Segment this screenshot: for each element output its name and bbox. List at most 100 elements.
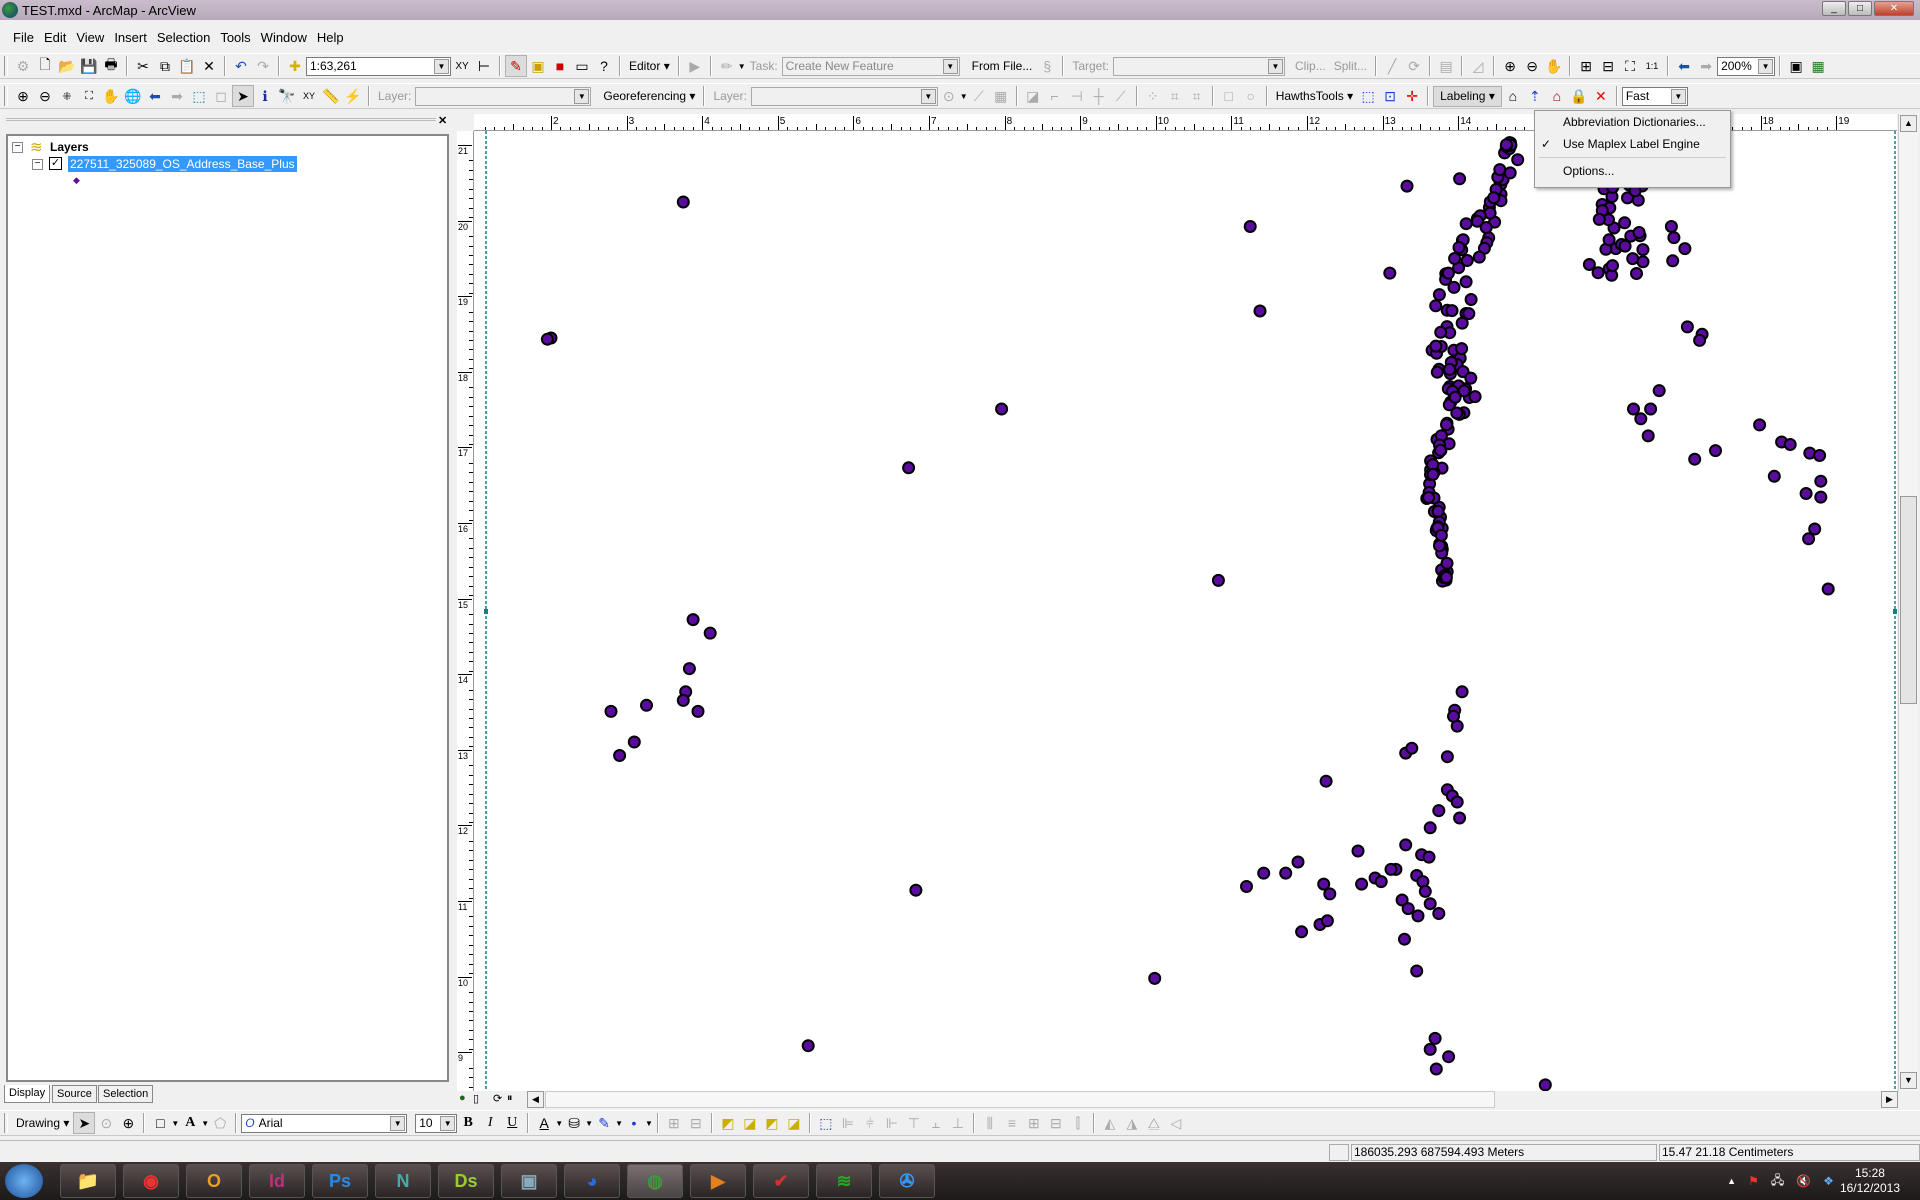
zoom-percent-combo[interactable]: 200% ▼ xyxy=(1717,56,1776,76)
tab-display[interactable]: Display xyxy=(4,1085,51,1103)
rotate-icon[interactable]: ⟳ xyxy=(1403,55,1425,77)
layers-root[interactable]: Layers xyxy=(50,140,89,154)
taskbar-photoshop-icon[interactable]: Ps xyxy=(312,1164,368,1198)
extend-icon[interactable]: ⊣ xyxy=(1066,85,1088,107)
labeling-menu[interactable]: Labeling ▾ xyxy=(1433,85,1502,107)
layout-view-icon[interactable]: ▯ xyxy=(473,1092,479,1105)
task-combo[interactable]: Create New Feature ▼ xyxy=(781,56,960,76)
horizontal-scroll-thumb[interactable] xyxy=(545,1091,1495,1108)
layout-zoom-in-icon[interactable]: ⊕ xyxy=(1499,55,1521,77)
vertical-scroll-thumb[interactable] xyxy=(1900,496,1917,704)
edit-tool-icon[interactable]: ▶ xyxy=(684,55,706,77)
start-button[interactable] xyxy=(5,1164,43,1198)
menu-selection[interactable]: Selection xyxy=(157,30,210,45)
full-extent-icon[interactable]: 🌐 xyxy=(122,85,144,107)
pan-icon[interactable]: ✋ xyxy=(100,85,122,107)
taskbar-google-earth-icon[interactable]: ◕ xyxy=(564,1164,620,1198)
add-control-points-icon[interactable]: ⟋ xyxy=(968,85,990,107)
select-by-box-icon[interactable]: ⬚ xyxy=(1357,85,1379,107)
layer-name[interactable]: 227511_325089_OS_Address_Base_Plus xyxy=(68,156,297,172)
back-extent-icon[interactable]: ⬅ xyxy=(1673,55,1695,77)
maximize-button[interactable]: □ xyxy=(1848,1,1872,16)
clear-selection-icon[interactable]: ◻ xyxy=(210,85,232,107)
menu-item-use-maplex[interactable]: ✓ Use Maplex Label Engine xyxy=(1535,133,1730,155)
layout-pan-icon[interactable]: ✋ xyxy=(1543,55,1565,77)
font-combo[interactable]: O Arial ▼ xyxy=(241,1113,408,1133)
rotate-icon[interactable]: ⊙ xyxy=(95,1112,117,1134)
tab-source[interactable]: Source xyxy=(52,1085,97,1103)
map-canvas[interactable] xyxy=(474,131,1897,1091)
collapse-icon[interactable]: − xyxy=(32,159,43,170)
forward-icon[interactable]: ➡ xyxy=(166,85,188,107)
action-center-flag-icon[interactable]: ⚑ xyxy=(1748,1174,1759,1188)
rectangle-icon[interactable]: □ xyxy=(149,1112,171,1134)
cut-icon[interactable]: ✂ xyxy=(132,55,154,77)
trim-icon[interactable]: ⟋ xyxy=(1110,85,1132,107)
make-same-size-icon[interactable]: ⊞ xyxy=(1023,1112,1045,1134)
menu-file[interactable]: File xyxy=(13,30,34,45)
font-size-combo[interactable]: 10 ▼ xyxy=(415,1113,458,1133)
clip-button[interactable]: Clip... xyxy=(1291,59,1330,73)
text-icon[interactable]: A xyxy=(179,1112,201,1134)
from-file-button[interactable]: From File... xyxy=(968,59,1037,73)
vertex-icon[interactable]: ⌐ xyxy=(1044,85,1066,107)
link-table-icon[interactable]: ▦ xyxy=(990,85,1012,107)
measure-distance-icon[interactable]: ⊢ xyxy=(473,55,495,77)
topology-edit-icon[interactable]: ⌗ xyxy=(1186,85,1208,107)
taskbar-app-green-icon[interactable]: ≋ xyxy=(816,1164,872,1198)
zoom-out-fixed-icon[interactable]: ⊟ xyxy=(1597,55,1619,77)
make-same-height-icon[interactable]: ⫿ xyxy=(1067,1112,1089,1134)
clock[interactable]: 15:28 16/12/2013 xyxy=(1840,1166,1900,1196)
rotate-left-icon[interactable]: ◭ xyxy=(1099,1112,1121,1134)
sketch-properties-icon[interactable]: ◿ xyxy=(1467,55,1489,77)
italic-button[interactable]: I xyxy=(479,1112,501,1134)
line-color-icon[interactable]: ✎ xyxy=(593,1112,615,1134)
taskbar-photo-viewer-icon[interactable]: ▣ xyxy=(501,1164,557,1198)
data-view-icon[interactable]: ● xyxy=(459,1092,466,1104)
zoom-to-selected-icon[interactable]: ⊕ xyxy=(117,1112,139,1134)
crosshair-icon[interactable]: ✛ xyxy=(1401,85,1423,107)
scroll-up-button[interactable]: ▲ xyxy=(1900,115,1917,132)
network-icon[interactable]: 🖧 xyxy=(1771,1171,1784,1192)
taskbar-media-player-icon[interactable]: ▶ xyxy=(690,1164,746,1198)
vertical-scrollbar[interactable]: ▲ ▼ xyxy=(1898,114,1918,1091)
zoom-100-icon[interactable]: 1:1 xyxy=(1641,55,1663,77)
menu-help[interactable]: Help xyxy=(317,30,344,45)
identify-icon[interactable]: ℹ xyxy=(254,85,276,107)
send-to-back-icon[interactable]: ◪ xyxy=(739,1112,761,1134)
georeferencing-menu[interactable]: Georeferencing ▾ xyxy=(599,89,699,103)
editor-toolbar-icon[interactable]: ✎ xyxy=(505,55,527,77)
add-data-icon[interactable]: ✚ xyxy=(284,55,306,77)
taskbar-ds-app-icon[interactable]: Ds xyxy=(438,1164,494,1198)
fill-color-icon[interactable]: ⛁ xyxy=(563,1112,585,1134)
delete-icon[interactable]: ✕ xyxy=(198,55,220,77)
dropbox-icon[interactable]: ❖ xyxy=(1823,1174,1834,1188)
taskbar-indesign-icon[interactable]: Id xyxy=(249,1164,305,1198)
map-scale-combo[interactable]: 1:63,261 ▼ xyxy=(306,56,451,76)
font-color-icon[interactable]: A xyxy=(533,1112,555,1134)
taskbar-chrome-icon[interactable]: ◉ xyxy=(123,1164,179,1198)
open-folder-icon[interactable]: 📂 xyxy=(56,55,78,77)
copy-icon[interactable]: ⧉ xyxy=(154,55,176,77)
fixed-zoom-out-icon[interactable]: ⛶ xyxy=(78,85,100,107)
intersect-icon[interactable]: ┼ xyxy=(1088,85,1110,107)
editor-menu[interactable]: Editor ▾ xyxy=(625,59,674,73)
go-to-xy-icon[interactable]: XY xyxy=(298,85,320,107)
bring-forward-icon[interactable]: ◩ xyxy=(761,1112,783,1134)
panel-grip[interactable] xyxy=(6,118,436,126)
point-symbol-icon[interactable]: ◆ xyxy=(73,175,80,186)
close-panel-icon[interactable]: ✕ xyxy=(438,114,447,127)
chevron-down-icon[interactable]: ▼ xyxy=(434,58,449,74)
align-bottom-icon[interactable]: ⊥ xyxy=(947,1112,969,1134)
back-icon[interactable]: ⬅ xyxy=(144,85,166,107)
refresh-icon[interactable]: ⟳ xyxy=(493,1092,502,1105)
menu-insert[interactable]: Insert xyxy=(114,30,147,45)
make-same-width-icon[interactable]: ⊟ xyxy=(1045,1112,1067,1134)
align-middle-icon[interactable]: ⫠ xyxy=(925,1112,947,1134)
redo-icon[interactable]: ↷ xyxy=(252,55,274,77)
arc-toolbox-icon[interactable]: ▣ xyxy=(527,55,549,77)
toolbox-icon[interactable]: ■ xyxy=(549,55,571,77)
scroll-right-button[interactable]: ▶ xyxy=(1881,1091,1898,1108)
save-icon[interactable]: 💾 xyxy=(78,55,100,77)
distribute-vertical-icon[interactable]: ≡ xyxy=(1001,1112,1023,1134)
